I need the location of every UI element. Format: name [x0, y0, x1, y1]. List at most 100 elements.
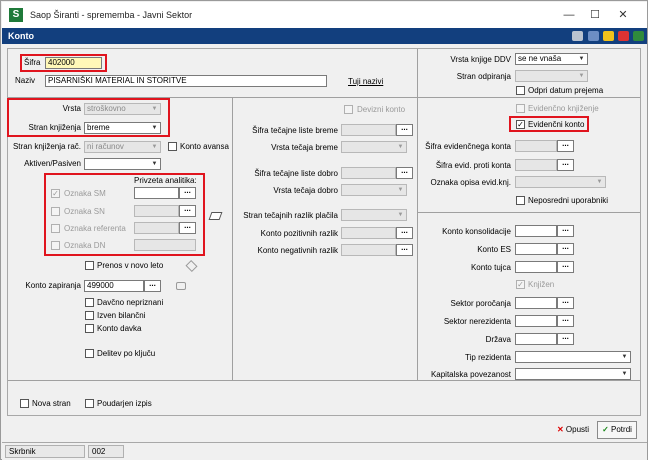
potrdi-button[interactable]: ✓ Potrdi	[597, 421, 637, 439]
drzava-input[interactable]	[515, 333, 557, 345]
sifra-evid-proti-lookup-button[interactable]: ...	[557, 159, 574, 171]
chevron-down-icon: ▼	[621, 371, 628, 377]
konto-es-lookup-button[interactable]: ...	[557, 243, 574, 255]
nova-stran-label: Nova stran	[32, 399, 71, 408]
right-sep-2	[418, 212, 640, 213]
konto-davka-checkbox[interactable]	[85, 324, 94, 333]
oznaka-sn-lookup-button[interactable]: ...	[179, 205, 196, 217]
knjizen-label: Knjižen	[528, 280, 555, 289]
vrsta-tecaja-breme-label: Vrsta tečaja breme	[271, 143, 338, 152]
konto-pozitivnih-label: Konto pozitivnih razlik	[260, 229, 338, 238]
neposredni-uporabniki-label: Neposredni uporabniki	[528, 196, 609, 205]
konto-negativnih-label: Konto negativnih razlik	[257, 246, 339, 255]
delitev-checkbox[interactable]	[85, 349, 94, 358]
poudarjen-izpis-checkbox[interactable]	[85, 399, 94, 408]
chevron-down-icon: ▼	[151, 106, 158, 112]
drzava-lookup-button[interactable]: ...	[557, 333, 574, 345]
exit-icon[interactable]	[633, 31, 644, 41]
title-bar: S Saop Širanti - sprememba - Javni Sekto…	[2, 2, 647, 28]
stran-odpiranja-label: Stran odpiranja	[456, 72, 511, 81]
stran-knjizenja-select[interactable]: breme ▼	[84, 122, 161, 134]
konto-negativnih-input[interactable]	[341, 244, 396, 256]
oznaka-referenta-checkbox[interactable]	[51, 224, 60, 233]
opusti-button[interactable]: ✕ Opusti	[552, 421, 594, 439]
konto-pozitivnih-lookup-button[interactable]: ...	[396, 227, 413, 239]
izven-bilancni-checkbox[interactable]	[85, 311, 94, 320]
sektor-porocanja-lookup-button[interactable]: ...	[557, 297, 574, 309]
sifra-label: Šifra	[24, 58, 41, 67]
konto-konsolidacije-lookup-button[interactable]: ...	[557, 225, 574, 237]
maximize-icon[interactable]: ☐	[582, 6, 608, 24]
oznaka-opisa-select[interactable]: ▼	[515, 176, 606, 188]
knjizen-checkbox[interactable]: ✓	[516, 280, 525, 289]
list-icon[interactable]	[588, 31, 599, 41]
sifra-tecajne-dobro-lookup-button[interactable]: ...	[396, 167, 413, 179]
oznaka-sm-label: Oznaka SM	[64, 189, 106, 198]
minimize-icon[interactable]: —	[556, 6, 582, 24]
sifra-tecajne-dobro-input[interactable]	[341, 167, 396, 179]
oznaka-sm-lookup-button[interactable]: ...	[179, 187, 196, 199]
konto-es-input[interactable]	[515, 243, 557, 255]
sektor-nerezidenta-lookup-button[interactable]: ...	[557, 315, 574, 327]
stran-odpiranja-select[interactable]: ▼	[515, 70, 588, 82]
app-icon: S	[9, 8, 23, 22]
konto-tujca-label: Konto tujca	[470, 263, 511, 272]
edit-icon[interactable]	[572, 31, 583, 41]
nova-stran-checkbox[interactable]	[20, 399, 29, 408]
sifra-tecajne-breme-input[interactable]	[341, 124, 396, 136]
devizni-konto-checkbox[interactable]	[344, 105, 353, 114]
tip-rezidenta-select[interactable]: ▼	[515, 351, 631, 363]
konto-pozitivnih-input[interactable]	[341, 227, 396, 239]
evidencno-knjizenje-checkbox[interactable]	[516, 104, 525, 113]
aktiven-select[interactable]: ▼	[84, 158, 161, 170]
star-icon[interactable]	[603, 31, 614, 41]
stran-knjizenja-rac-select[interactable]: ni računov ▼	[84, 141, 161, 153]
sifra-evidencnega-input[interactable]	[515, 140, 557, 152]
potrdi-label: Potrdi	[611, 425, 632, 434]
vrsta-tecaja-dobro-select[interactable]: ▼	[341, 184, 407, 196]
print-icon[interactable]	[176, 282, 186, 290]
sifra-input[interactable]: 402000	[45, 57, 102, 69]
oznaka-dn-checkbox[interactable]	[51, 241, 60, 250]
oznaka-dn-input[interactable]	[134, 239, 196, 251]
davcno-nepriznani-checkbox[interactable]	[85, 298, 94, 307]
vrsta-tecaja-breme-select[interactable]: ▼	[341, 141, 407, 153]
tuji-nazivi-link[interactable]: Tuji nazivi	[348, 77, 383, 87]
konto-negativnih-lookup-button[interactable]: ...	[396, 244, 413, 256]
neposredni-uporabniki-checkbox[interactable]	[516, 196, 525, 205]
izven-bilancni-label: Izven bilančni	[97, 311, 146, 320]
konto-zapiranja-lookup-button[interactable]: ...	[144, 280, 161, 292]
vrsta-select[interactable]: stroškovno ▼	[84, 103, 161, 115]
oznaka-sn-checkbox[interactable]	[51, 207, 60, 216]
konto-tujca-input[interactable]	[515, 261, 557, 273]
prenos-checkbox[interactable]	[85, 261, 94, 270]
konto-avansa-checkbox[interactable]	[168, 142, 177, 151]
stran-tecajnih-razlik-select[interactable]: ▼	[341, 209, 407, 221]
oznaka-referenta-input[interactable]	[134, 222, 179, 234]
oznaka-sn-input[interactable]	[134, 205, 179, 217]
sifra-evidencnega-lookup-button[interactable]: ...	[557, 140, 574, 152]
close-icon[interactable]: ✕	[610, 6, 636, 24]
oznaka-referenta-lookup-button[interactable]: ...	[179, 222, 196, 234]
sektor-nerezidenta-input[interactable]	[515, 315, 557, 327]
kapitalska-povezanost-select[interactable]: ▼	[515, 368, 631, 380]
konto-konsolidacije-input[interactable]	[515, 225, 557, 237]
form-header: Konto	[2, 28, 647, 44]
vrsta-knjige-ddv-select[interactable]: se ne vnaša ▼	[515, 53, 588, 65]
kapitalska-povezanost-label: Kapitalska povezanost	[430, 370, 511, 379]
evidencni-konto-checkbox[interactable]: ✓	[516, 120, 525, 129]
naziv-input[interactable]: PISARNIŠKI MATERIAL IN STORITVE	[45, 75, 327, 87]
sifra-evid-proti-input[interactable]	[515, 159, 557, 171]
odpri-datum-label: Odpri datum prejema	[528, 86, 604, 95]
form-title: Konto	[8, 31, 34, 41]
sektor-porocanja-input[interactable]	[515, 297, 557, 309]
vrsta-value: stroškovno	[87, 104, 126, 113]
sifra-tecajne-breme-lookup-button[interactable]: ...	[396, 124, 413, 136]
oznaka-sm-input[interactable]	[134, 187, 179, 199]
konto-tujca-lookup-button[interactable]: ...	[557, 261, 574, 273]
oznaka-sm-checkbox[interactable]: ✓	[51, 189, 60, 198]
pdf-icon[interactable]	[618, 31, 629, 41]
konto-zapiranja-input[interactable]: 499000	[84, 280, 144, 292]
chevron-down-icon: ▼	[151, 144, 158, 150]
odpri-datum-checkbox[interactable]	[516, 86, 525, 95]
